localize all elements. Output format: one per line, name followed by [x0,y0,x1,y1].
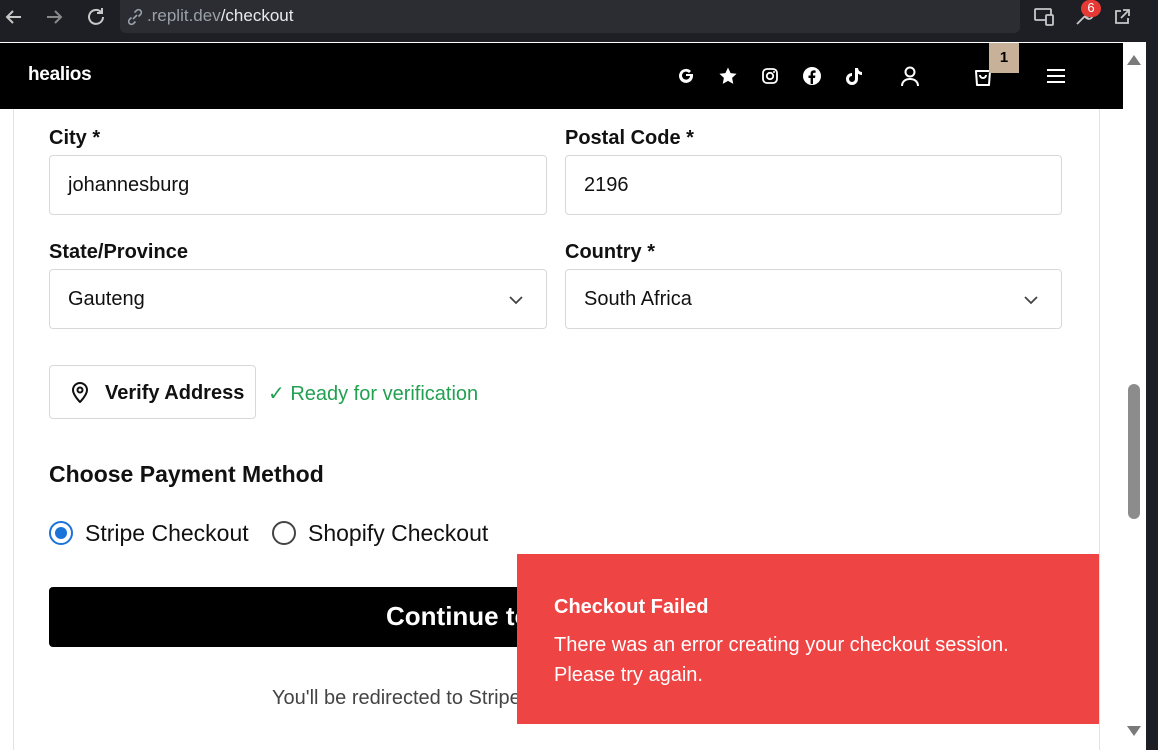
error-toast[interactable]: Checkout Failed There was an error creat… [517,554,1099,724]
forward-button[interactable] [42,5,66,29]
scroll-up-arrow[interactable] [1127,55,1141,65]
google-icon[interactable] [675,65,697,87]
postal-code-value: 2196 [584,174,629,196]
open-external-button[interactable] [1110,5,1134,29]
site-logo[interactable]: healios [28,64,92,86]
menu-icon[interactable] [1045,65,1067,87]
verification-status: ✓ Ready for verification [268,383,479,405]
url-text: .replit.dev/checkout [147,6,293,26]
payment-method-title: Choose Payment Method [49,461,324,487]
shopify-option-label[interactable]: Shopify Checkout [308,520,488,547]
toast-title: Checkout Failed [554,596,709,618]
extensions-badge: 6 [1081,0,1101,17]
city-label: City * [49,127,101,149]
open-external-icon [1115,9,1130,24]
stripe-option-label[interactable]: Stripe Checkout [85,520,249,547]
reload-icon [88,8,104,25]
user-icon[interactable] [899,65,921,87]
forward-arrow-icon [47,10,63,24]
link-icon [127,8,143,26]
site-header: healios 1 [0,43,1123,109]
stripe-radio[interactable] [49,521,73,545]
map-pin-icon [71,382,89,403]
toast-message: There was an error creating your checkou… [554,634,1009,686]
state-value: Gauteng [68,288,145,310]
country-value: South Africa [584,288,692,310]
tiktok-icon[interactable] [843,65,865,87]
scrollbar-thumb[interactable] [1128,384,1140,519]
reload-button[interactable] [84,5,108,29]
shopify-radio[interactable] [272,521,296,545]
postal-code-label: Postal Code * [565,127,694,149]
cart-count-badge: 1 [989,43,1019,73]
devices-button[interactable] [1032,5,1056,29]
chevron-down-icon [1024,296,1038,305]
browser-toolbar: .replit.dev/checkout 6 [0,0,1158,42]
state-select[interactable]: Gauteng [49,269,547,329]
postal-code-input[interactable]: 2196 [565,155,1062,215]
star-icon[interactable] [717,65,739,87]
url-domain: .replit.dev [147,6,221,25]
window-edge [1146,0,1158,750]
back-button[interactable] [2,5,26,29]
instagram-icon[interactable] [759,65,781,87]
chevron-down-icon [509,296,523,305]
country-label: Country * [565,241,655,263]
state-label: State/Province [49,241,188,263]
redirect-note: You'll be redirected to Stripe [272,687,521,709]
city-input[interactable]: johannesburg [49,155,547,215]
back-arrow-icon [5,10,21,24]
verify-address-label: Verify Address [105,382,245,404]
city-value: johannesburg [68,174,190,196]
devices-icon [1034,8,1054,26]
continue-label: Continue to [386,601,531,631]
scroll-down-arrow[interactable] [1127,726,1141,736]
verify-address-button[interactable]: Verify Address [49,365,256,419]
url-path: /checkout [220,6,294,25]
facebook-icon[interactable] [801,65,823,87]
country-select[interactable]: South Africa [565,269,1062,329]
